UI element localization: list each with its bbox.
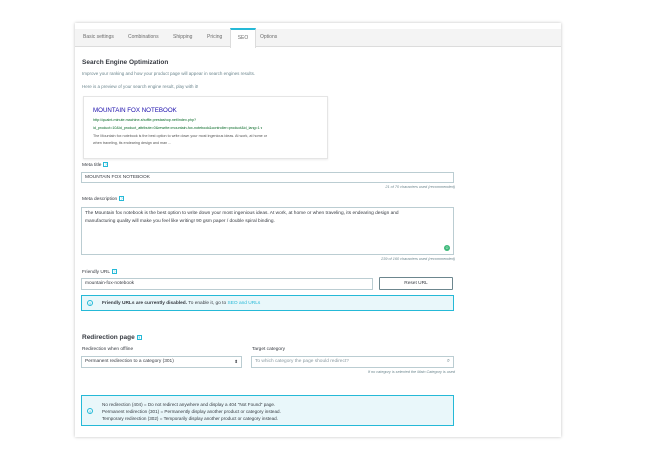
info-icon: i <box>87 408 93 414</box>
tab-combinations[interactable]: Combinations <box>128 29 159 46</box>
select-caret-icon: ⬍ <box>234 359 238 364</box>
redirection-info-line3: Temporary redirection (302) = Temporaril… <box>102 416 278 421</box>
friendly-url-alert-text: Friendly URLs are currently disabled. To… <box>102 301 260 306</box>
friendly-url-label-text: Friendly URL <box>82 269 110 275</box>
tab-pricing[interactable]: Pricing <box>207 29 222 46</box>
redirection-info-text: No redirection (404) = Do not redirect a… <box>102 401 281 422</box>
friendly-url-alert-bold: Friendly URLs are currently disabled. <box>102 300 188 306</box>
meta-description-hint: 239 of 160 characters used (recommended) <box>381 257 455 261</box>
seo-subtitle: Improve your ranking and how your produc… <box>82 71 256 76</box>
preview-url-line2: id_product=10&id_product_attribute=0&rew… <box>93 126 262 130</box>
seo-section-title: Search Engine Optimization <box>82 59 169 66</box>
friendly-url-alert-body: To enable it, go to <box>187 300 228 306</box>
friendly-url-label: Friendly URL? <box>82 269 117 275</box>
grammar-check-icon[interactable]: ☺ <box>444 245 450 251</box>
meta-title-hint: 21 of 70 characters used (recommended) <box>385 185 455 189</box>
product-edit-panel: Basic settings Combinations Shipping Pri… <box>75 23 561 437</box>
reset-url-button[interactable]: Reset URL <box>379 277 453 290</box>
preview-desc-line2: when traveling, its endearing design and… <box>93 141 172 145</box>
meta-title-label: Meta title? <box>82 162 109 168</box>
seo-and-urls-link[interactable]: SEO and URLs <box>228 301 261 306</box>
meta-description-line1: The Mountain fox notebook is the best op… <box>85 211 399 216</box>
tab-basic-settings[interactable]: Basic settings <box>83 29 114 46</box>
preview-intro: Here is a preview of your search engine … <box>82 84 199 89</box>
redirection-info-line1: No redirection (404) = Do not redirect a… <box>102 402 276 407</box>
redirection-type-value: Permanent redirection to a category (301… <box>85 359 174 364</box>
preview-url-caret-icon: ▾ <box>259 126 263 130</box>
redirection-type-select[interactable]: Permanent redirection to a category (301… <box>81 356 242 368</box>
redirection-when-offline-label: Redirection when offline <box>82 347 134 352</box>
meta-description-line2: manufacturing quality will make you feel… <box>85 218 275 224</box>
preview-url-text: id_product=10&id_product_attribute=0&rew… <box>93 126 260 130</box>
product-tabs: Basic settings Combinations Shipping Pri… <box>75 28 561 48</box>
friendly-url-alert: i Friendly URLs are currently disabled. … <box>81 295 454 311</box>
friendly-url-input[interactable]: mountain-fox-notebook <box>81 278 373 290</box>
preview-title: MOUNTAIN FOX NOTEBOOK <box>93 107 177 114</box>
redirection-info-line2: Permanent redirection (301) = Permanentl… <box>102 409 281 414</box>
redirection-info-alert: i No redirection (404) = Do not redirect… <box>81 395 454 426</box>
help-icon[interactable]: ? <box>136 334 142 340</box>
search-result-preview: MOUNTAIN FOX NOTEBOOK http://quaint-minu… <box>83 96 328 159</box>
target-category-label: Target category <box>252 347 286 352</box>
tab-options[interactable]: Options <box>260 29 277 46</box>
meta-description-label-text: Meta description <box>82 196 118 202</box>
meta-title-label-text: Meta title <box>82 162 102 168</box>
redirection-section-title: Redirection page? <box>82 334 142 341</box>
preview-url-line1: http://quaint-minute.machine-shuffle.pre… <box>93 118 197 122</box>
preview-desc-line1: The Mountain fox notebook is the best op… <box>93 134 268 138</box>
tab-shipping[interactable]: Shipping <box>173 29 192 46</box>
help-icon[interactable]: ? <box>103 162 109 167</box>
info-icon: i <box>87 300 93 306</box>
target-category-search-input[interactable]: To which category the page should redire… <box>251 356 454 368</box>
redirection-title-text: Redirection page <box>82 334 135 341</box>
search-icon[interactable]: ⌕ <box>447 358 450 365</box>
meta-description-textarea[interactable]: The Mountain fox notebook is the best op… <box>81 207 454 255</box>
meta-title-input[interactable]: MOUNTAIN FOX NOTEBOOK <box>81 172 454 183</box>
help-icon[interactable]: ? <box>119 196 125 201</box>
target-category-hint: If no category is selected the Main Cate… <box>367 370 455 374</box>
target-category-placeholder: To which category the page should redire… <box>255 359 349 364</box>
meta-description-label: Meta description? <box>82 196 125 202</box>
help-icon[interactable]: ? <box>112 269 117 274</box>
tab-seo[interactable]: SEO <box>230 28 256 48</box>
